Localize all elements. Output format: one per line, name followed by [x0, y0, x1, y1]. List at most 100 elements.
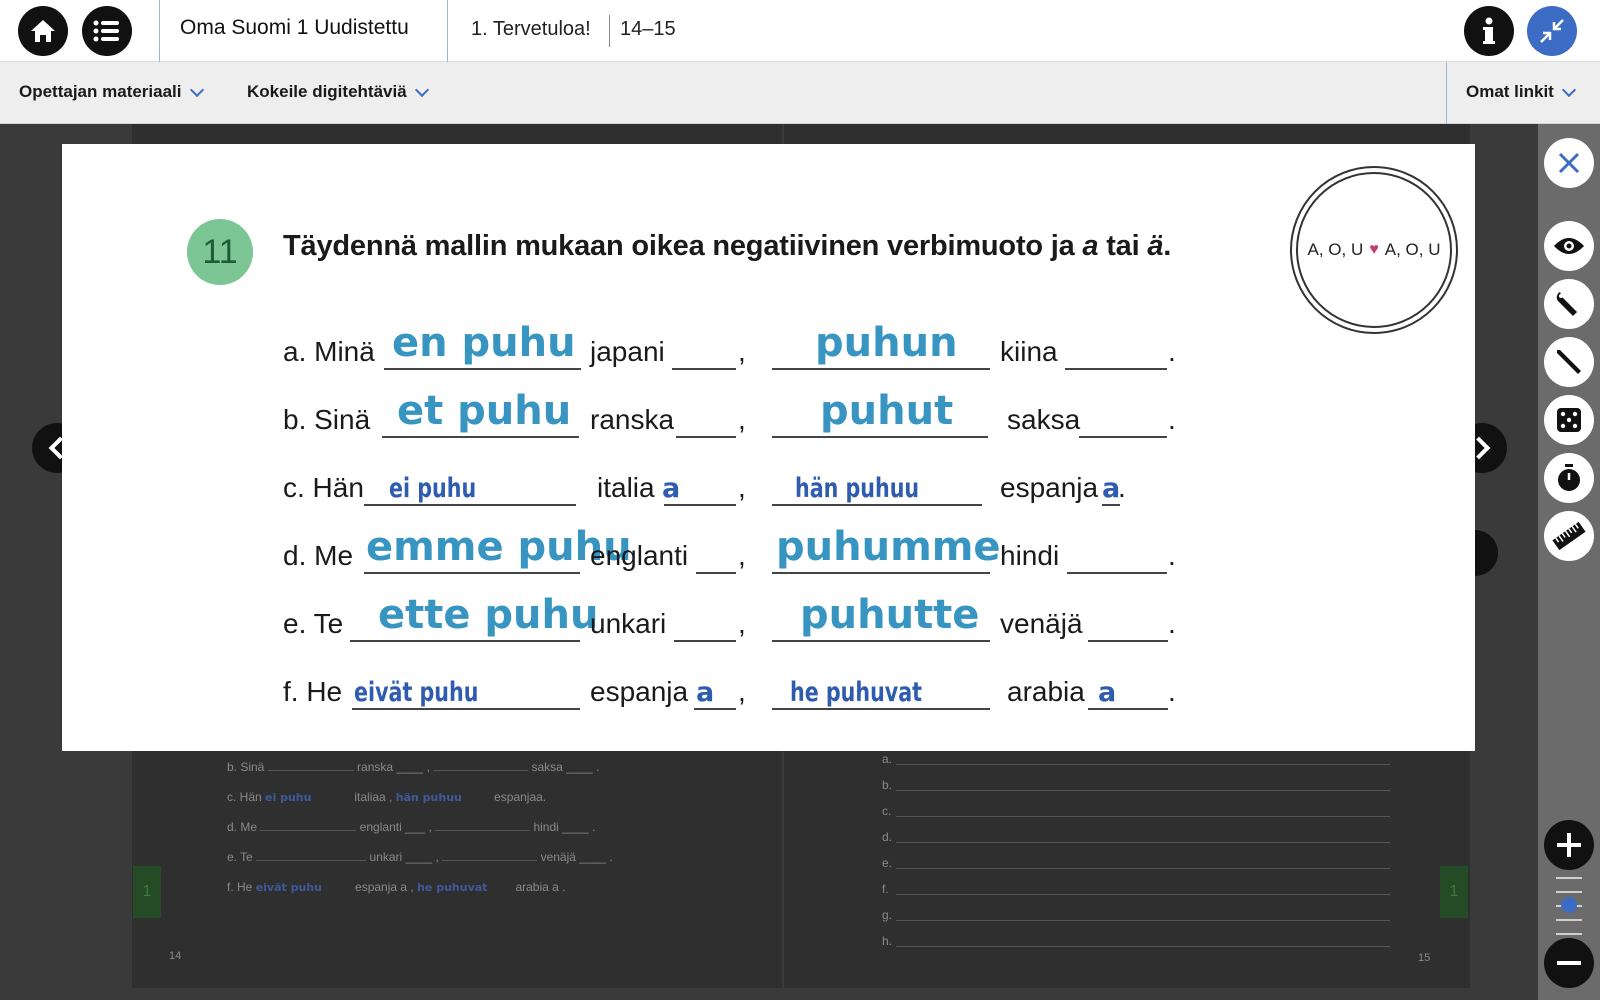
bg-line [896, 920, 1390, 921]
bg-letter: f. [882, 882, 889, 896]
language-word: espanja [590, 676, 689, 707]
teacher-material-menu[interactable]: Opettajan materiaali [19, 82, 204, 102]
own-links-label: Omat linkit [1466, 82, 1554, 101]
vowel-harmony-badge: A, O, U ♥ A, O, U [1290, 166, 1458, 334]
language-word: italia [597, 472, 655, 503]
period: . [1168, 540, 1176, 571]
language-word: saksa [1007, 404, 1081, 435]
answer-blank[interactable] [350, 640, 580, 642]
pen-button[interactable] [1544, 337, 1594, 387]
dice-button[interactable] [1544, 395, 1594, 445]
language-word: englanti [590, 540, 689, 571]
handwritten-answer: hän puhuu [795, 473, 920, 504]
zoom-in-button[interactable] [1544, 820, 1594, 870]
handwritten-answer: puhumme [776, 524, 1001, 570]
eye-icon [1554, 238, 1584, 254]
page-number: 15 [1418, 952, 1431, 964]
handwritten-ending: a [696, 677, 715, 708]
answer-blank[interactable] [364, 572, 580, 574]
handwritten-answer: ei puhu [389, 473, 477, 504]
answer-blank[interactable] [772, 640, 990, 642]
answer-blank[interactable] [772, 708, 990, 710]
table-of-contents-button[interactable] [82, 6, 132, 56]
wrench-button[interactable] [1544, 279, 1594, 329]
handwritten-answer: en puhu [392, 320, 576, 366]
period: . [1118, 472, 1126, 503]
answer-blank[interactable] [382, 436, 579, 438]
handwritten-ending: a [1098, 677, 1117, 708]
wrench-icon [1556, 292, 1577, 316]
bg-letter: g. [882, 908, 893, 922]
zoom-out-button[interactable] [1544, 938, 1594, 988]
answer-blank[interactable] [364, 504, 576, 506]
bg-letter: c. [882, 804, 892, 818]
comma: , [738, 404, 746, 435]
info-button[interactable] [1464, 6, 1514, 56]
book-title: Oma Suomi 1 Uudistettu [180, 16, 409, 39]
language-word: japani [590, 336, 665, 367]
chevron-down-icon [1561, 82, 1576, 97]
ending-blank[interactable] [1088, 708, 1168, 710]
ending-blank[interactable] [672, 368, 736, 370]
handwritten-answer: et puhu [397, 388, 572, 434]
bg-row: e. Te unkari ____ , venäjä ____ . [227, 850, 613, 864]
chapter-title[interactable]: 1. Tervetuloa! [471, 18, 591, 41]
answer-blank[interactable] [384, 368, 581, 370]
row-subject: e. Te [283, 608, 344, 639]
answer-blank[interactable] [352, 708, 580, 710]
stopwatch-button[interactable] [1544, 453, 1594, 503]
zoom-tick [1556, 891, 1582, 893]
collapse-button[interactable] [1527, 6, 1577, 56]
ending-blank[interactable] [1102, 504, 1120, 506]
close-button[interactable] [1544, 138, 1594, 188]
row-subject: a. Minä [283, 336, 375, 367]
zoom-slider-thumb[interactable] [1561, 897, 1577, 913]
sub-bar: Opettajan materiaali Kokeile digitehtävi… [0, 62, 1600, 124]
handwritten-answer: puhut [820, 388, 954, 434]
ruler-button[interactable] [1544, 511, 1594, 561]
bg-line [896, 764, 1390, 765]
handwritten-answer: he puhuvat [790, 677, 923, 708]
try-digital-menu[interactable]: Kokeile digitehtäviä [247, 82, 429, 102]
ending-blank[interactable] [674, 640, 736, 642]
exercise-row: b. Sinä et puhu ranska , puhut saksa . [62, 382, 1475, 448]
divider [447, 0, 448, 62]
pen-icon [1557, 350, 1581, 374]
zoom-tick [1556, 877, 1582, 879]
exercise-row: f. He eivät puhu espanja a , he puhuvat … [62, 654, 1475, 720]
zoom-tick [1556, 933, 1582, 935]
own-links-menu[interactable]: Omat linkit [1466, 82, 1576, 102]
ending-blank[interactable] [676, 436, 736, 438]
plus-icon [1557, 833, 1581, 857]
bg-row: d. Me englanti ___ , hindi ____ . [227, 820, 596, 834]
answer-blank[interactable] [772, 436, 988, 438]
language-word: venäjä [1000, 608, 1083, 639]
list-icon [93, 20, 119, 42]
bg-row: f. He eivät puhu espanja a , he puhuvat … [227, 880, 566, 894]
answer-blank[interactable] [772, 572, 990, 574]
comma: , [738, 472, 746, 503]
ending-blank[interactable] [1065, 368, 1167, 370]
ending-blank[interactable] [1079, 436, 1167, 438]
page-range[interactable]: 14–15 [620, 18, 676, 41]
comma: , [738, 336, 746, 367]
row-subject: c. Hän [283, 472, 364, 503]
divider [1446, 62, 1447, 124]
ending-blank[interactable] [694, 708, 736, 710]
answer-blank[interactable] [772, 504, 982, 506]
language-word: ranska [590, 404, 675, 435]
page-number: 14 [169, 950, 182, 962]
top-bar: Oma Suomi 1 Uudistettu 1. Tervetuloa! 14… [0, 0, 1600, 62]
home-button[interactable] [18, 6, 68, 56]
dice-icon [1557, 408, 1581, 432]
answer-blank[interactable] [772, 368, 990, 370]
ending-blank[interactable] [696, 572, 736, 574]
ending-blank[interactable] [1067, 572, 1167, 574]
ending-blank[interactable] [664, 504, 736, 506]
language-word: unkari [590, 608, 667, 639]
row-subject: d. Me [283, 540, 354, 571]
language-word: arabia [1007, 676, 1085, 707]
eye-button[interactable] [1544, 221, 1594, 271]
exercise-number: 11 [187, 219, 253, 285]
ending-blank[interactable] [1088, 640, 1168, 642]
